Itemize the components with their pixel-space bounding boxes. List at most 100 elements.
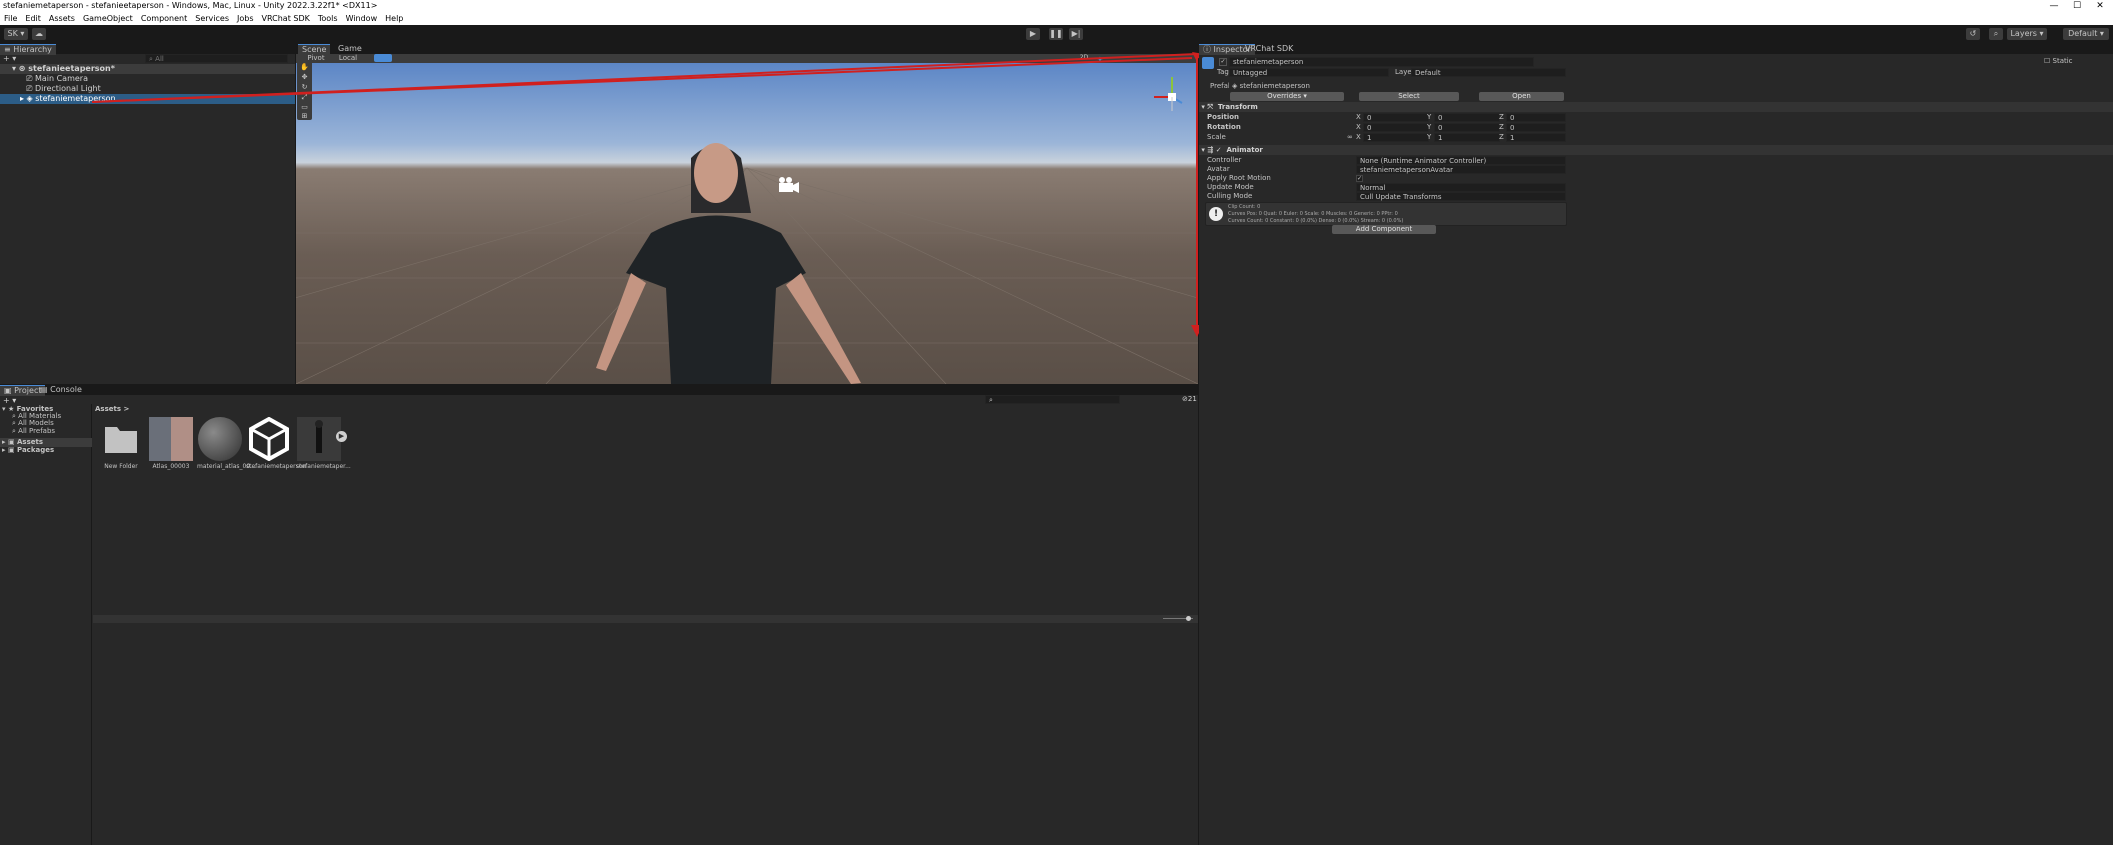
- animator-icon: ▾ ⇶ ✓: [1199, 146, 1227, 154]
- project-search-input[interactable]: ⌕: [985, 395, 1120, 404]
- console-tab-label: Console: [50, 385, 82, 394]
- unity-logo-icon: [247, 416, 291, 462]
- asset-count-badge: ⊘21: [1182, 395, 1197, 403]
- inspector-tabbar: ⓘ Inspector VRChat SDK: [1199, 44, 2113, 55]
- animator-header[interactable]: ▾ ⇶ ✓ Animator: [1199, 145, 2113, 155]
- transform-header[interactable]: ▾ ⤧ Transform: [1199, 102, 2113, 112]
- zoom-slider-handle[interactable]: [1186, 616, 1191, 621]
- select-button[interactable]: Select: [1359, 92, 1459, 101]
- info-icon: !: [1209, 207, 1223, 221]
- gameobject-icon: [1202, 57, 1214, 69]
- active-checkbox[interactable]: ✓: [1219, 58, 1227, 66]
- info-line: Curves Count: 0 Constant: 0 (0.0%) Dense…: [1228, 218, 1404, 224]
- object-name-input[interactable]: stefaniemetaperson: [1229, 57, 1534, 67]
- breadcrumb[interactable]: Assets >: [95, 405, 129, 414]
- position-label: Position: [1207, 113, 1240, 121]
- rotation-x-input[interactable]: 0: [1363, 123, 1429, 132]
- animator-info-box: ! Clip Count: 0 Curves Pos: 0 Quat: 0 Eu…: [1205, 202, 1567, 226]
- object-name-value: stefaniemetaperson: [1233, 58, 1304, 66]
- controller-label: Controller: [1207, 156, 1242, 164]
- console-icon: ▤: [40, 385, 51, 394]
- open-button[interactable]: Open: [1479, 92, 1564, 101]
- controller-field[interactable]: None (Runtime Animator Controller): [1356, 156, 1566, 165]
- info-line: Clip Count: 0: [1228, 204, 1261, 210]
- animator-title: Animator: [1226, 146, 1263, 154]
- favorites-all-prefabs[interactable]: ⌕ All Prefabs: [12, 427, 55, 436]
- scale-x-label: X: [1356, 133, 1361, 141]
- position-x-label: X: [1356, 113, 1361, 121]
- rotation-z-label: Z: [1499, 123, 1504, 131]
- rotation-y-label: Y: [1427, 123, 1432, 131]
- folder-icon: ▣: [4, 386, 15, 395]
- asset-tile[interactable]: stefaniemetaperson: [246, 416, 306, 470]
- rotation-label: Rotation: [1207, 123, 1241, 131]
- expand-prefab-icon[interactable]: ▶: [336, 431, 347, 442]
- scale-y-label: Y: [1427, 133, 1432, 141]
- prefab-field[interactable]: ◈ stefaniemetaperson: [1229, 82, 1564, 91]
- position-z-label: Z: [1499, 113, 1504, 121]
- project-tree: ▾ ★ Favorites ⌕ All Materials ⌕ All Mode…: [0, 404, 92, 845]
- asset-label: Atlas_00003: [152, 463, 190, 470]
- texture-thumbnail: [149, 417, 193, 461]
- static-label: Static: [2052, 57, 2073, 65]
- vrchat-tab-label: VRChat SDK: [1245, 44, 1294, 53]
- static-checkbox-label[interactable]: ☐ Static: [2044, 57, 2073, 66]
- position-x-input[interactable]: 0: [1363, 113, 1429, 122]
- folder-icon: [99, 417, 143, 461]
- packages-folder-label: Packages: [17, 446, 55, 454]
- update-mode-dropdown[interactable]: Normal: [1356, 183, 1566, 192]
- tag-label: Tag: [1217, 68, 1229, 76]
- animator-info-text: Clip Count: 0 Curves Pos: 0 Quat: 0 Eule…: [1228, 204, 1403, 225]
- assets-folder-label: Assets: [17, 438, 44, 446]
- asset-tile[interactable]: Atlas_00003: [148, 417, 194, 470]
- scale-label: Scale: [1207, 133, 1226, 141]
- fav-item-label: All Models: [18, 419, 54, 427]
- tag-value: Untagged: [1233, 69, 1268, 77]
- position-y-input[interactable]: 0: [1434, 113, 1500, 122]
- position-y-label: Y: [1427, 113, 1432, 121]
- asset-label: stefaniemetaper...: [296, 463, 351, 470]
- layer-dropdown[interactable]: Default: [1411, 68, 1566, 77]
- project-tabbar: ▣ Project ▤ Console: [0, 385, 1198, 396]
- avatar-label: Avatar: [1207, 165, 1230, 173]
- layer-value: Default: [1415, 69, 1441, 77]
- avatar-field[interactable]: stefaniemetapersonAvatar: [1356, 165, 1566, 174]
- tag-dropdown[interactable]: Untagged: [1229, 68, 1389, 77]
- overrides-dropdown[interactable]: Overrides ▾: [1230, 92, 1344, 101]
- scale-z-input[interactable]: 1: [1506, 133, 1566, 142]
- tab-console[interactable]: ▤ Console: [36, 385, 86, 395]
- rotation-x-label: X: [1356, 123, 1361, 131]
- apply-root-motion-checkbox[interactable]: ✓: [1356, 175, 1363, 182]
- update-mode-label: Update Mode: [1207, 183, 1254, 191]
- prefab-thumbnail: [297, 417, 341, 461]
- link-icon[interactable]: ∞: [1347, 133, 1353, 142]
- scale-x-input[interactable]: 1: [1363, 133, 1429, 142]
- project-footer: [93, 615, 1198, 623]
- culling-mode-dropdown[interactable]: Cull Update Transforms: [1356, 192, 1566, 201]
- info-icon: ⓘ: [1203, 45, 1214, 54]
- culling-mode-label: Culling Mode: [1207, 192, 1253, 200]
- info-line: Curves Pos: 0 Quat: 0 Euler: 0 Scale: 0 …: [1228, 211, 1398, 217]
- add-component-button[interactable]: Add Component: [1332, 225, 1436, 234]
- scale-y-input[interactable]: 1: [1434, 133, 1500, 142]
- rotation-z-input[interactable]: 0: [1506, 123, 1566, 132]
- fav-item-label: All Prefabs: [18, 427, 56, 435]
- transform-title: Transform: [1217, 103, 1258, 111]
- scale-z-label: Z: [1499, 133, 1504, 141]
- asset-tile[interactable]: New Folder: [98, 417, 144, 470]
- rotation-y-input[interactable]: 0: [1434, 123, 1500, 132]
- asset-count: 21: [1187, 395, 1197, 403]
- tab-vrchat-sdk[interactable]: VRChat SDK: [1241, 44, 1297, 54]
- prefab-value: stefaniemetaperson: [1239, 82, 1310, 90]
- asset-label: New Folder: [104, 463, 138, 470]
- packages-folder[interactable]: ▸ ▣ Packages: [2, 446, 54, 455]
- breadcrumb-assets: Assets: [95, 405, 122, 413]
- apply-root-motion-label: Apply Root Motion: [1207, 174, 1271, 182]
- asset-tile[interactable]: material_atlas_00...: [197, 417, 256, 470]
- asset-tile[interactable]: stefaniemetaper...: [296, 417, 351, 470]
- inspector-panel: ⓘ Inspector VRChat SDK ✓ stefaniemetaper…: [1199, 44, 2113, 845]
- transform-icon: ▾ ⤧: [1199, 103, 1218, 111]
- material-sphere-icon: [198, 417, 242, 461]
- position-z-input[interactable]: 0: [1506, 113, 1566, 122]
- overrides-label: Overrides: [1267, 92, 1302, 100]
